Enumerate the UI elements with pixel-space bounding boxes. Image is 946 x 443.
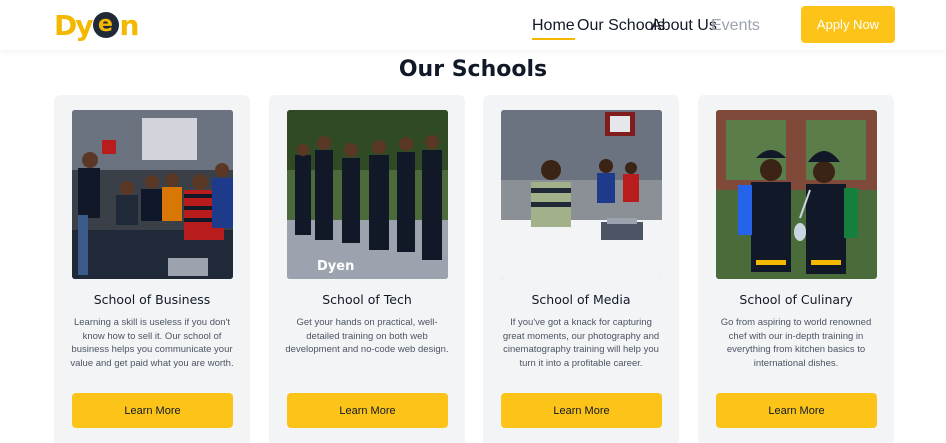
learn-more-button[interactable]: Learn More: [501, 393, 662, 428]
apply-now-button[interactable]: Apply Now: [801, 6, 895, 43]
school-image-culinary: [716, 110, 877, 279]
school-title: School of Tech: [322, 292, 412, 307]
school-image-business: [72, 110, 233, 279]
school-title: School of Business: [93, 292, 211, 307]
svg-text:Dyen: Dyen: [317, 259, 354, 274]
nav-home[interactable]: Home: [532, 17, 575, 40]
school-card-business: School of Business Learning a skill is u…: [54, 95, 250, 443]
school-title: School of Media: [531, 292, 631, 307]
school-description: Get your hands on practical, well-detail…: [285, 317, 449, 355]
school-card-culinary: School of Culinary Go from aspiring to w…: [698, 95, 894, 443]
section-title: Our Schools: [398, 57, 548, 82]
nav-events[interactable]: Events: [711, 17, 760, 35]
school-description: Learning a skill is useless if you don't…: [70, 317, 234, 369]
school-image-media: [501, 110, 662, 279]
school-title: School of Culinary: [739, 292, 853, 307]
nav-about-us[interactable]: About Us: [651, 17, 717, 35]
navbar: Dy e n Home Our Schools About Us Events Ap…: [0, 0, 946, 50]
learn-more-button[interactable]: Learn More: [72, 393, 233, 428]
school-card-tech: Dyen School of Tech Get your hands on pr…: [269, 95, 465, 443]
brand-logo[interactable]: Dy e n: [54, 9, 139, 42]
learn-more-button[interactable]: Learn More: [716, 393, 877, 428]
school-card-media: School of Media If you've got a knack fo…: [483, 95, 679, 443]
school-image-tech: Dyen: [287, 110, 448, 279]
school-description: Go from aspiring to world renowned chef …: [720, 317, 872, 369]
school-description: If you've got a knack for capturing grea…: [502, 317, 660, 369]
learn-more-button[interactable]: Learn More: [287, 393, 448, 428]
